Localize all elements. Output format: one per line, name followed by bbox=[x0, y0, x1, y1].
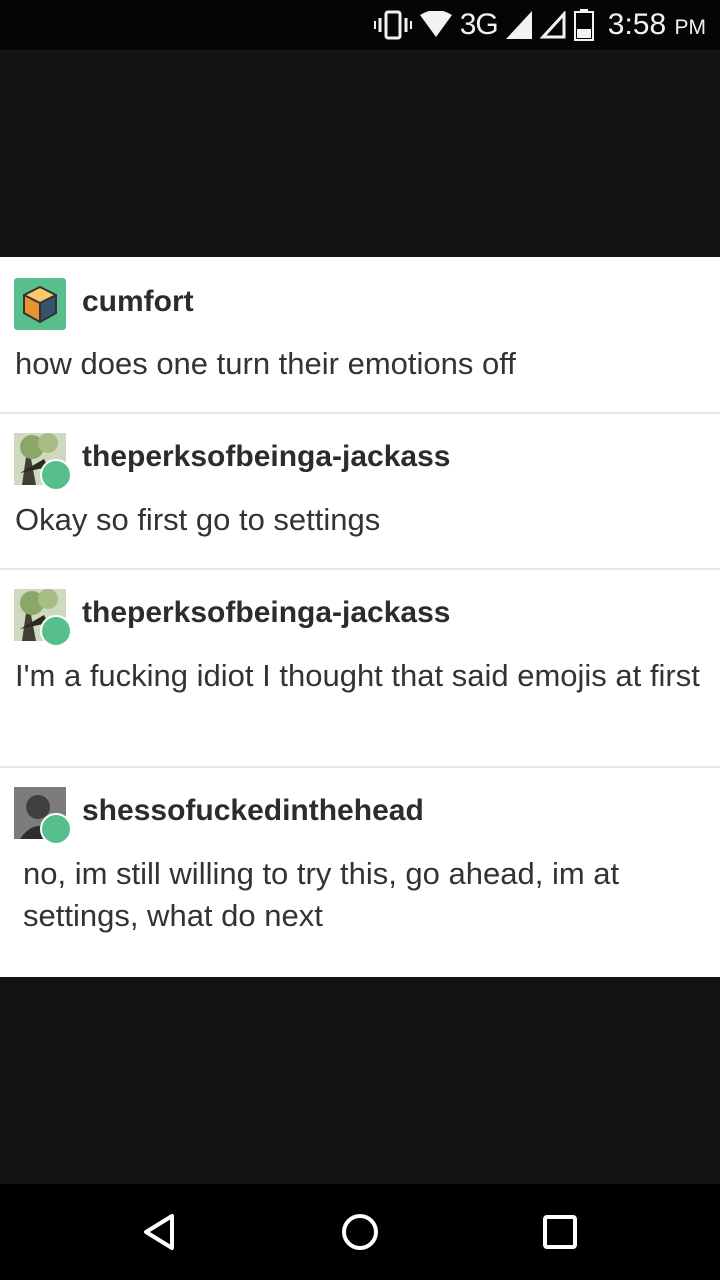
back-icon[interactable] bbox=[136, 1208, 184, 1256]
username[interactable]: cumfort bbox=[82, 285, 194, 319]
reblog-icon bbox=[40, 813, 72, 845]
tree-avatar[interactable] bbox=[14, 433, 72, 491]
network-type: 3G bbox=[459, 8, 499, 41]
username[interactable]: shessofuckedinthehead bbox=[82, 794, 424, 828]
post-text: no, im still willing to try this, go ahe… bbox=[23, 856, 620, 933]
username[interactable]: theperksofbeinga-jackass bbox=[82, 596, 450, 630]
post-4: shessofuckedinthehead no, im still willi… bbox=[0, 767, 720, 977]
post-text: Okay so first go to settings bbox=[15, 502, 381, 537]
post-3: theperksofbeinga-jackass I'm a fucking i… bbox=[0, 569, 720, 768]
home-icon[interactable] bbox=[336, 1208, 384, 1256]
status-icons: 3G 3:58 PM bbox=[373, 0, 706, 50]
status-bar: 3G 3:58 PM bbox=[0, 0, 720, 50]
vibrate-icon bbox=[373, 10, 412, 40]
reblog-icon bbox=[40, 615, 72, 647]
battery-icon bbox=[573, 9, 594, 41]
post-2: theperksofbeinga-jackass Okay so first g… bbox=[0, 413, 720, 570]
reblog-icon bbox=[40, 459, 72, 491]
post-text: how does one turn their emotions off bbox=[15, 346, 516, 381]
photo-avatar[interactable] bbox=[14, 787, 72, 845]
cube-icon[interactable] bbox=[14, 278, 66, 330]
navigation-bar bbox=[0, 1184, 720, 1280]
signal-empty-icon bbox=[539, 11, 566, 39]
post-1: cumfort how does one turn their emotions… bbox=[0, 257, 720, 414]
username[interactable]: theperksofbeinga-jackass bbox=[82, 440, 450, 474]
signal-icon bbox=[505, 11, 532, 39]
post-text: I'm a fucking idiot I thought that said … bbox=[15, 658, 700, 693]
recents-icon[interactable] bbox=[536, 1208, 584, 1256]
clock: 3:58 PM bbox=[607, 8, 706, 41]
wifi-icon bbox=[419, 11, 452, 37]
tree-avatar[interactable] bbox=[14, 589, 72, 647]
post-screenshot: cumfort how does one turn their emotions… bbox=[0, 257, 720, 977]
